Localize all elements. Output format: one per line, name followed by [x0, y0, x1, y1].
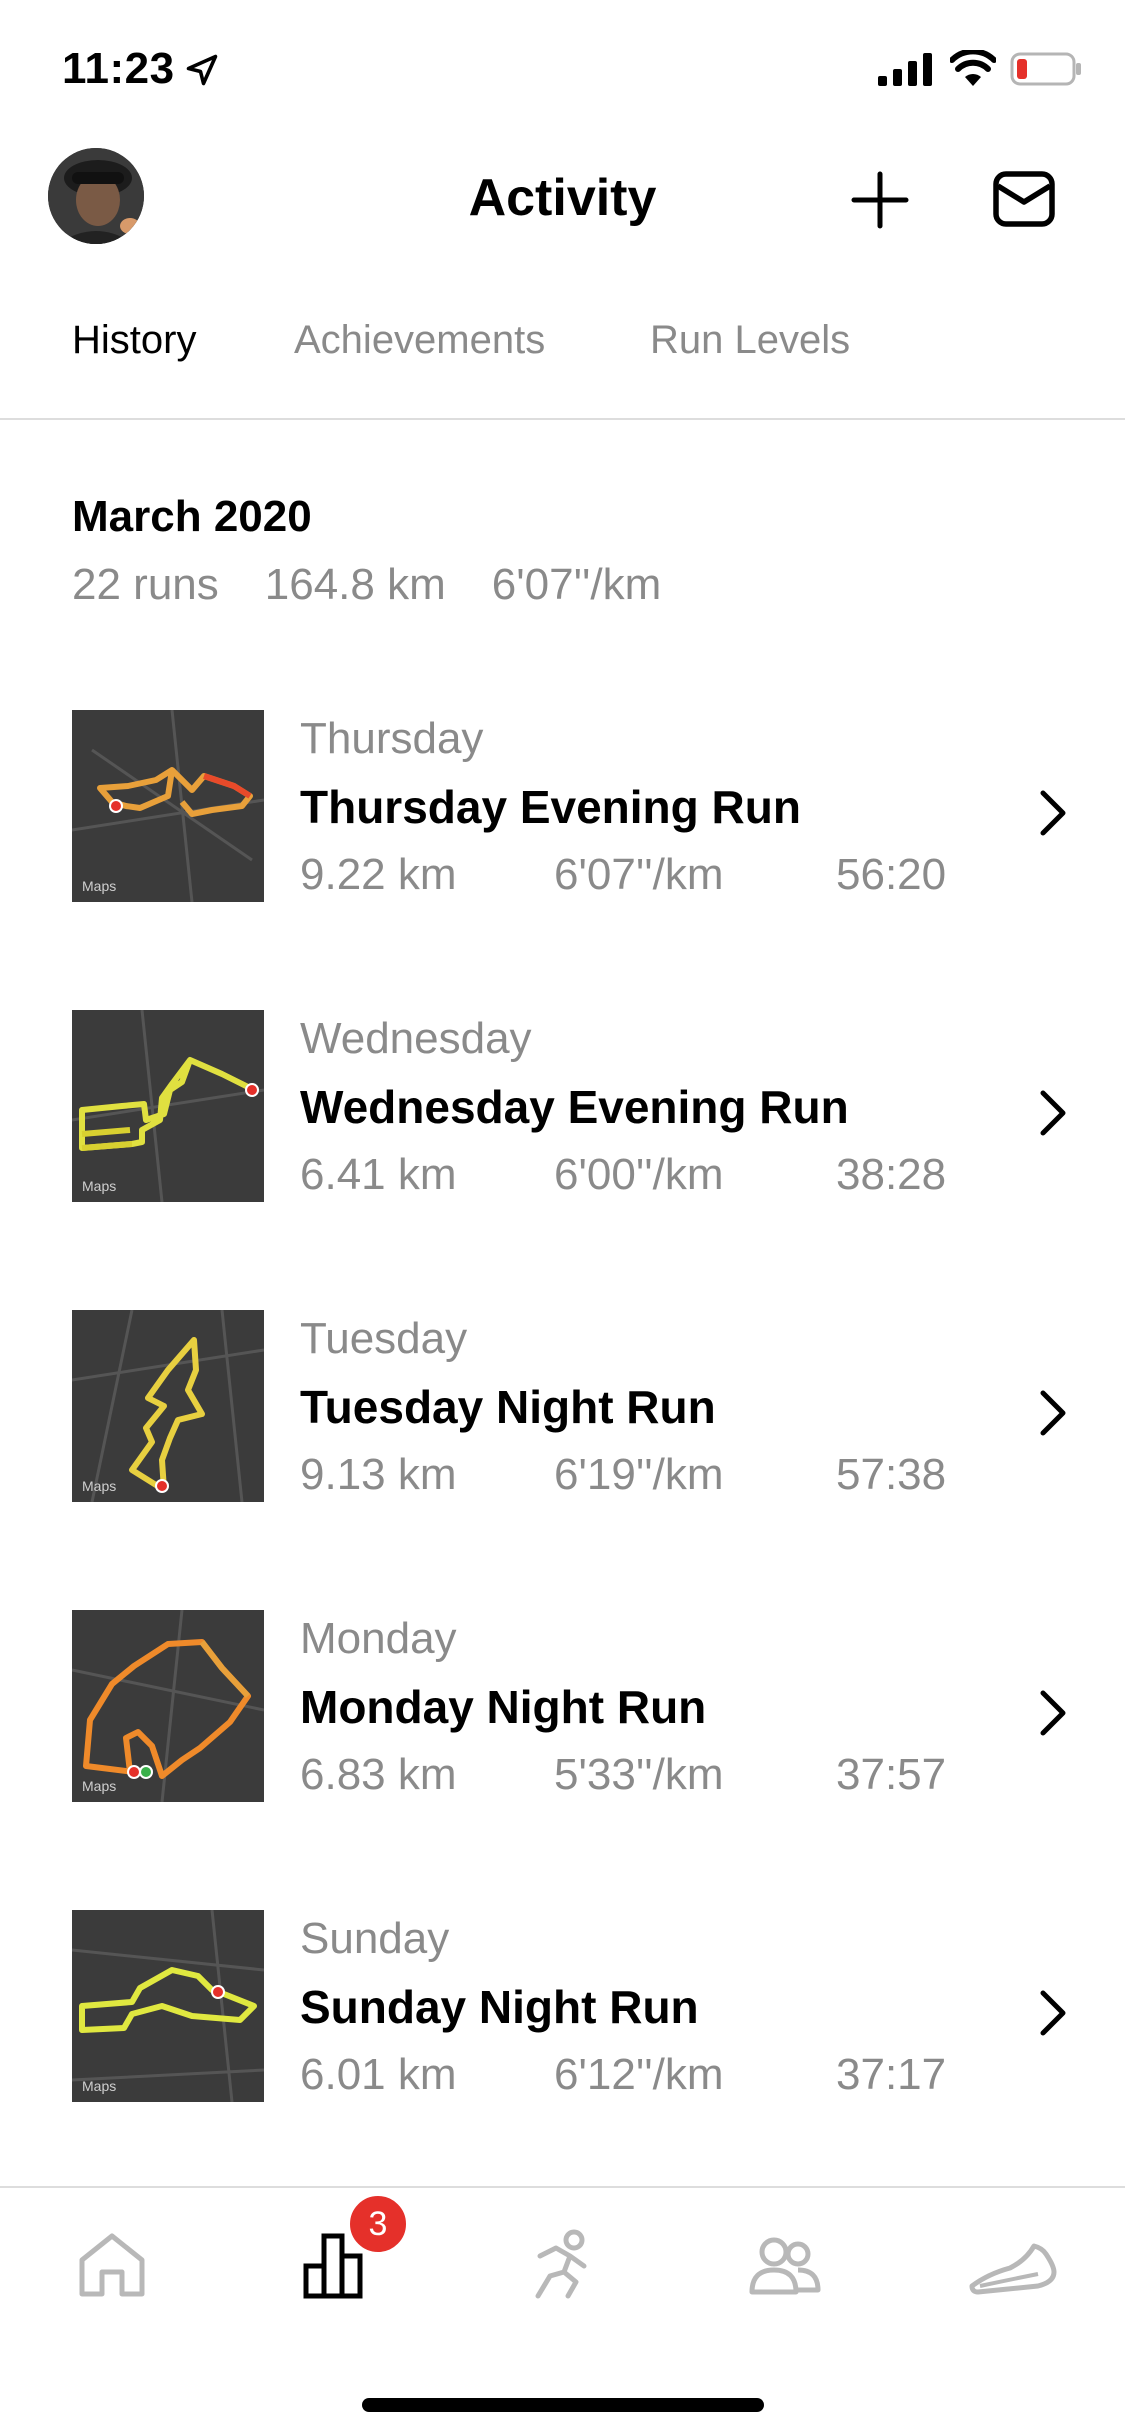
run-pace: 6'00''/km — [554, 1150, 724, 1199]
add-activity-button[interactable] — [850, 170, 910, 230]
run-list-item[interactable]: Maps Wednesday Wednesday Evening Run 6.4… — [0, 1010, 1125, 1310]
run-day: Thursday — [300, 714, 484, 763]
run-duration: 38:28 — [836, 1150, 947, 1199]
run-pace: 6'07''/km — [554, 850, 724, 899]
route-map-thumbnail: Maps — [72, 1310, 264, 1502]
run-name: Thursday Evening Run — [300, 781, 801, 833]
maps-attribution: Maps — [82, 878, 117, 894]
run-list-item[interactable]: Maps Sunday Sunday Night Run 6.01 km 6'1… — [0, 1910, 1125, 2210]
run-name: Tuesday Night Run — [300, 1381, 716, 1433]
cellular-signal-icon — [878, 53, 932, 86]
route-map-thumbnail: Maps — [72, 1910, 264, 2102]
run-distance: 6.01 km — [300, 2050, 457, 2099]
month-pace: 6'07''/km — [491, 560, 662, 609]
run-distance: 6.41 km — [300, 1150, 457, 1199]
maps-attribution: Maps — [82, 2078, 117, 2094]
maps-attribution: Maps — [82, 1178, 117, 1194]
run-name: Sunday Night Run — [300, 1981, 699, 2033]
chevron-right-icon — [1040, 1090, 1066, 1136]
run-pace: 5'33''/km — [554, 1750, 724, 1799]
location-arrow-icon — [186, 54, 218, 86]
run-icon[interactable] — [520, 2226, 596, 2302]
run-duration: 37:57 — [836, 1750, 947, 1799]
home-indicator — [362, 2398, 764, 2412]
month-distance: 164.8 km — [264, 560, 446, 609]
month-stats: 22 runs 164.8 km 6'07''/km — [72, 560, 707, 610]
run-pace: 6'19''/km — [554, 1450, 724, 1499]
chevron-right-icon — [1040, 790, 1066, 836]
chevron-right-icon — [1040, 1390, 1066, 1436]
run-day: Wednesday — [300, 1014, 532, 1063]
tabs-divider — [0, 418, 1125, 420]
tab-achievements[interactable]: Achievements — [294, 318, 545, 363]
run-distance: 9.13 km — [300, 1450, 457, 1499]
notification-badge: 3 — [346, 2192, 410, 2256]
tab-run-levels[interactable]: Run Levels — [650, 318, 850, 363]
chevron-right-icon — [1040, 1690, 1066, 1736]
inbox-mail-icon[interactable] — [992, 170, 1056, 228]
run-name: Monday Night Run — [300, 1681, 707, 1733]
run-name: Wednesday Evening Run — [300, 1081, 849, 1133]
month-heading: March 2020 — [72, 492, 312, 541]
run-duration: 37:17 — [836, 2050, 947, 2099]
page-title: Activity — [468, 169, 657, 227]
battery-icon — [1010, 52, 1081, 86]
run-pace: 6'12''/km — [554, 2050, 724, 2099]
home-icon[interactable] — [74, 2226, 150, 2302]
run-list-item[interactable]: Maps Tuesday Tuesday Night Run 9.13 km 6… — [0, 1310, 1125, 1610]
run-day: Tuesday — [300, 1314, 468, 1363]
maps-attribution: Maps — [82, 1478, 117, 1494]
maps-attribution: Maps — [82, 1778, 117, 1794]
wifi-icon — [950, 50, 996, 86]
shoe-icon[interactable] — [968, 2226, 1058, 2302]
route-map-thumbnail: Maps — [72, 1010, 264, 1202]
club-icon[interactable] — [746, 2226, 822, 2302]
run-duration: 56:20 — [836, 850, 947, 899]
route-map-thumbnail: Maps — [72, 710, 264, 902]
status-time: 11:23 — [62, 44, 175, 93]
route-map-thumbnail: Maps — [72, 1610, 264, 1802]
month-run-count: 22 runs — [72, 560, 219, 609]
run-day: Sunday — [300, 1914, 450, 1963]
run-day: Monday — [300, 1614, 457, 1663]
run-duration: 57:38 — [836, 1450, 947, 1499]
run-distance: 9.22 km — [300, 850, 457, 899]
run-list-item[interactable]: Maps Thursday Thursday Evening Run 9.22 … — [0, 710, 1125, 1010]
chevron-right-icon — [1040, 1990, 1066, 2036]
run-distance: 6.83 km — [300, 1750, 457, 1799]
run-list-item[interactable]: Maps Monday Monday Night Run 6.83 km 5'3… — [0, 1610, 1125, 1910]
tab-history[interactable]: History — [72, 318, 196, 363]
tab-bar-divider — [0, 2186, 1125, 2188]
